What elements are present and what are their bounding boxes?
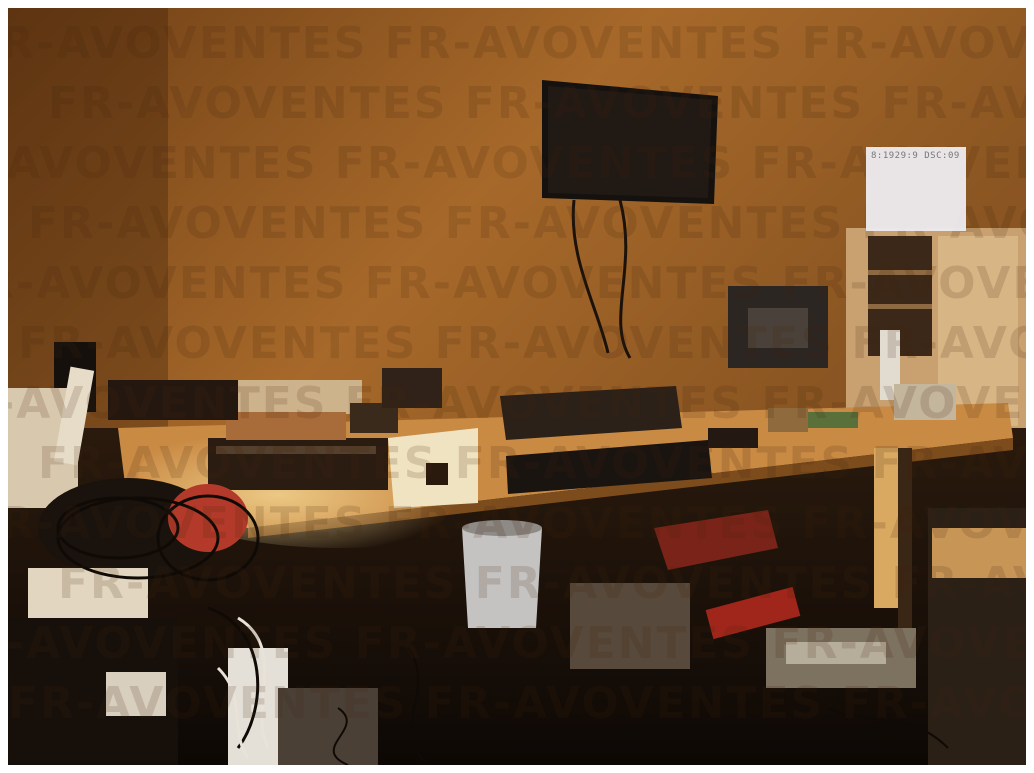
desk-leg — [874, 448, 900, 608]
scene — [8, 8, 1026, 765]
desk-leg — [898, 448, 912, 628]
photo-frame: FR-AVOVENTES FR-AVOVENTES FR-AVOVENTES F… — [8, 8, 1026, 765]
id-label: 8:1929:9 DSC:09 — [866, 147, 966, 231]
shelf-divider — [868, 304, 932, 309]
tv — [542, 80, 718, 204]
shelf-divider — [868, 270, 932, 275]
id-label-text: 8:1929:9 DSC:09 — [871, 151, 960, 161]
